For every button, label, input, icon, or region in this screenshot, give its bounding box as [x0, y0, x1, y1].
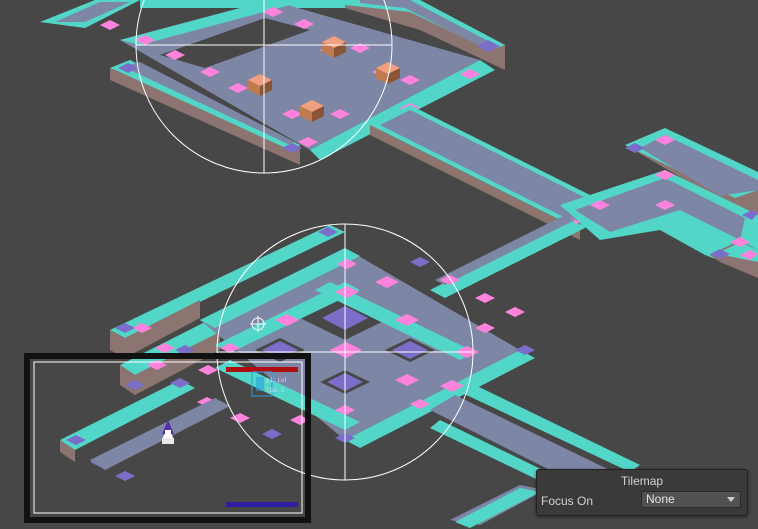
focus-on-dropdown[interactable]: None [641, 491, 741, 508]
focus-on-label: Focus On [541, 494, 594, 508]
hud-line-1: p1: Lvl [266, 377, 286, 384]
scene-canvas[interactable]: p1: Lvl Tps: 5 [0, 0, 758, 529]
chevron-down-icon [727, 497, 735, 502]
focus-on-value: None [646, 492, 675, 506]
health-bar [226, 367, 298, 372]
tilemap-overlay: Tilemap Focus On None [536, 469, 748, 516]
hud-line-2: Tps: 5 [265, 387, 285, 394]
scene-view[interactable]: p1: Lvl Tps: 5 [0, 0, 758, 529]
mana-bar [226, 502, 298, 507]
corridor-mid [430, 215, 585, 298]
right-room [560, 128, 758, 278]
tilemap-title: Tilemap [620, 474, 664, 488]
